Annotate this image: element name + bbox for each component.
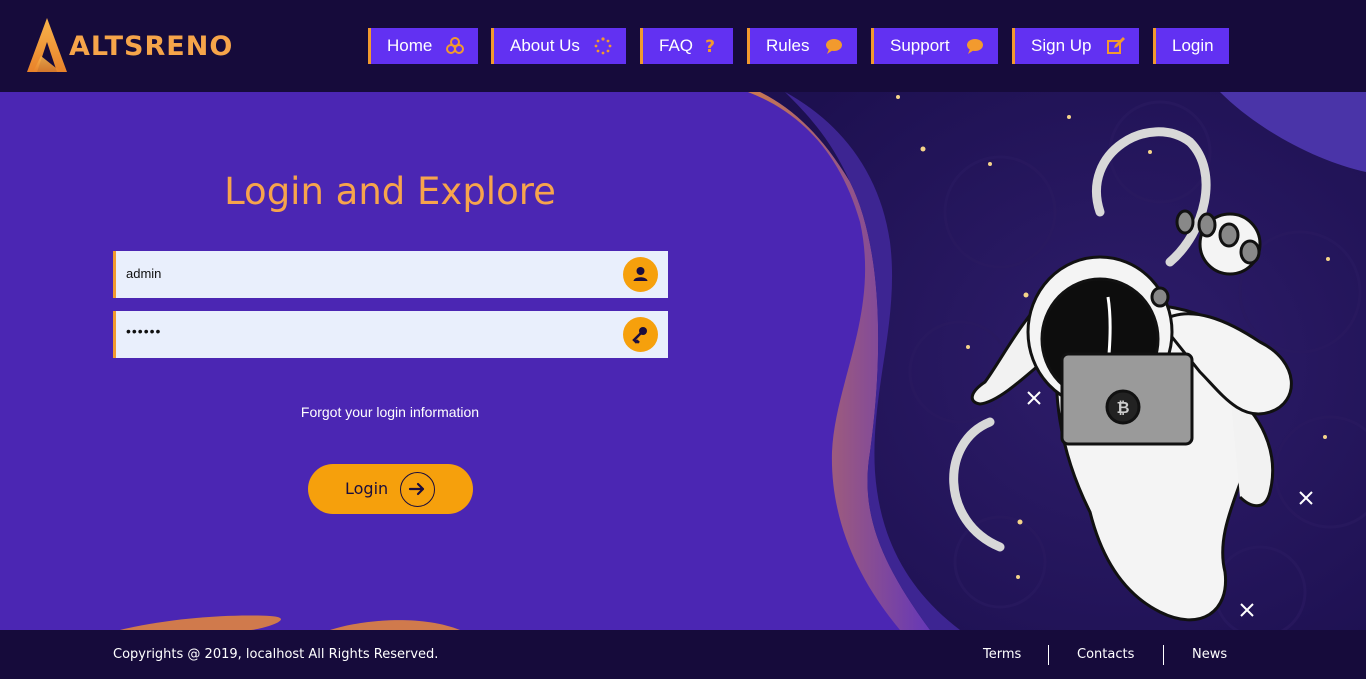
nav-item-about[interactable]: About Us — [491, 28, 626, 64]
copyright-text: Copyrights @ 2019, localhost All Rights … — [113, 647, 439, 662]
site-header: ALTSRENO Home About Us FAQ ? Rules Suppo… — [0, 0, 1366, 92]
cubes-icon — [446, 37, 464, 54]
nav-item-label: About Us — [510, 36, 580, 55]
nav-item-label: FAQ — [659, 36, 694, 55]
footer-link-contacts[interactable]: Contacts — [1077, 647, 1134, 662]
nav-item-home[interactable]: Home — [368, 28, 478, 64]
password-input[interactable]: •••••• — [126, 323, 161, 339]
footer-link-news[interactable]: News — [1192, 647, 1227, 662]
nav-item-label: Rules — [766, 36, 810, 55]
nav-item-rules[interactable]: Rules — [747, 28, 857, 64]
forgot-login-link[interactable]: Forgot your login information — [0, 404, 780, 420]
nav-item-label: Home — [387, 36, 433, 55]
brand-name: ALTSRENO — [69, 30, 234, 62]
nav-item-label: Support — [890, 36, 950, 55]
username-input[interactable]: admin — [126, 266, 161, 281]
login-title: Login and Explore — [224, 170, 556, 213]
edit-icon — [1107, 37, 1125, 54]
nav-item-label: Sign Up — [1031, 36, 1092, 55]
nav-item-support[interactable]: Support — [871, 28, 998, 64]
nav-item-login[interactable]: Login — [1153, 28, 1229, 64]
login-button[interactable]: Login — [308, 464, 473, 514]
logo-mark-icon — [27, 18, 67, 72]
nav-item-signup[interactable]: Sign Up — [1012, 28, 1139, 64]
key-icon — [623, 317, 658, 352]
footer-divider — [1163, 645, 1164, 665]
spinner-icon — [594, 37, 612, 55]
comment-icon — [967, 39, 983, 54]
login-button-label: Login — [345, 479, 389, 498]
footer-divider — [1048, 645, 1049, 665]
comment-icon — [826, 39, 842, 54]
password-field[interactable]: •••••• — [113, 311, 668, 358]
question-icon: ? — [705, 37, 715, 55]
user-icon — [623, 257, 658, 292]
site-footer: Copyrights @ 2019, localhost All Rights … — [0, 630, 1366, 679]
main-section: ₿ Login and Explore admin •••••• Forgot … — [0, 92, 1366, 630]
svg-text:?: ? — [705, 37, 715, 55]
footer-link-terms[interactable]: Terms — [983, 647, 1021, 662]
arrow-right-icon — [400, 472, 435, 507]
username-field[interactable]: admin — [113, 251, 668, 298]
nav-item-faq[interactable]: FAQ ? — [640, 28, 733, 64]
nav-item-label: Login — [1172, 36, 1214, 55]
brand-logo[interactable]: ALTSRENO — [27, 18, 233, 72]
